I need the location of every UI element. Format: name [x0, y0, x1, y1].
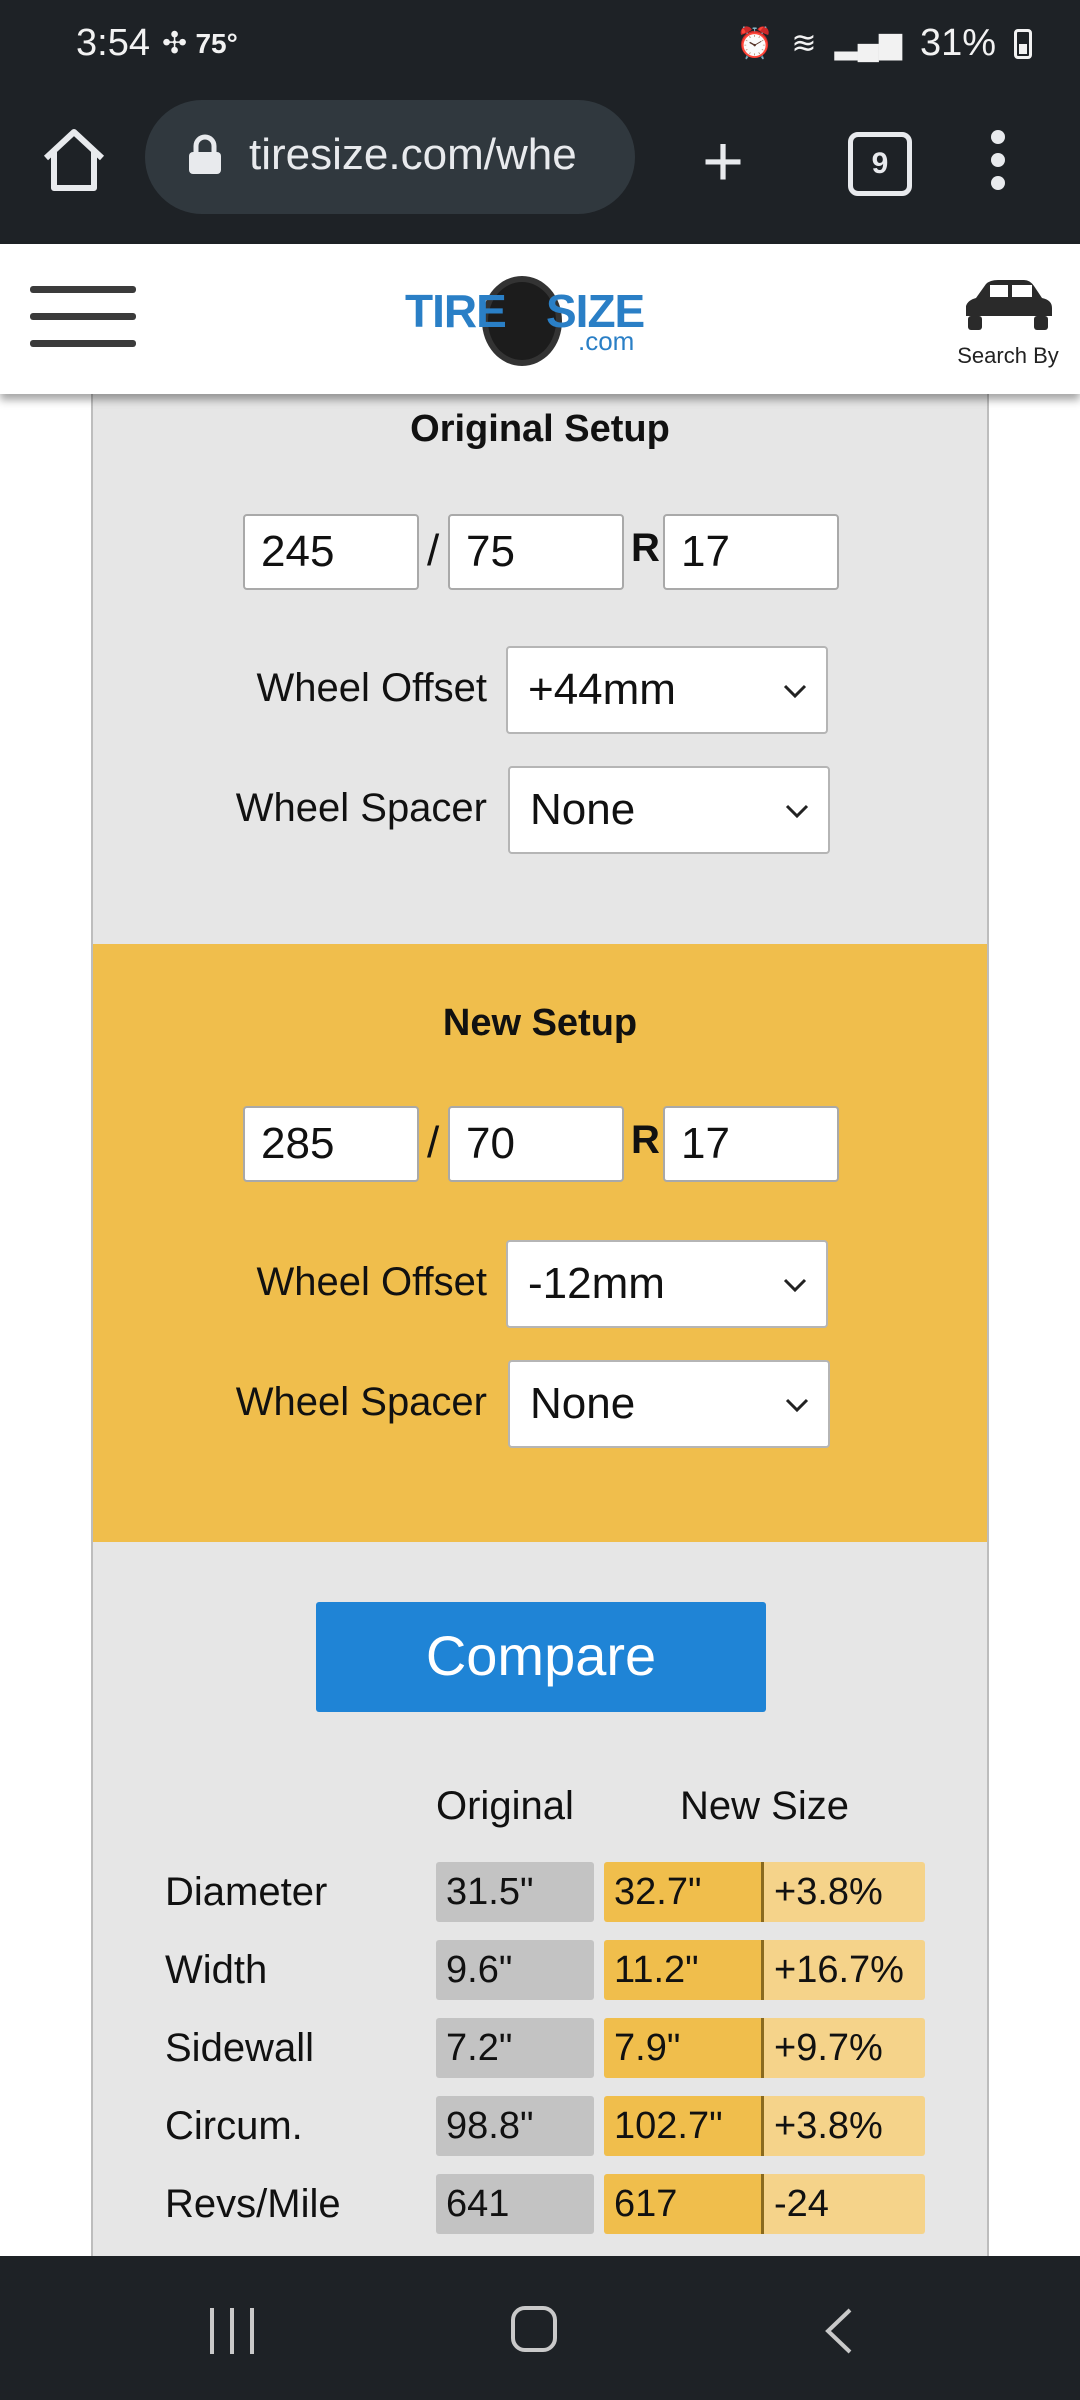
original-offset-select[interactable]: +44mm	[506, 646, 828, 734]
url-text: tiresize.com/whe	[249, 130, 577, 179]
new-rim-input[interactable]: 17	[663, 1106, 839, 1182]
logo-text-com: .com	[578, 326, 635, 356]
difference-value: +9.7%	[764, 2018, 925, 2078]
row-label: Diameter	[165, 1870, 328, 1914]
original-aspect-input[interactable]: 75	[448, 514, 624, 590]
difference-value: +3.8%	[764, 1862, 925, 1922]
compare-button[interactable]: Compare	[316, 1602, 766, 1712]
home-icon[interactable]	[40, 126, 108, 194]
size-slash: /	[427, 1118, 440, 1167]
difference-value: -24	[764, 2174, 925, 2234]
wifi-icon: ≋	[791, 27, 817, 60]
new-width-input[interactable]: 285	[243, 1106, 419, 1182]
table-row: Circum. 98.8" 102.7" +3.8%	[93, 2096, 987, 2158]
original-value: 98.8"	[436, 2096, 594, 2156]
difference-value: +16.7%	[764, 1940, 925, 2000]
table-row: Sidewall 7.2" 7.9" +9.7%	[93, 2018, 987, 2080]
new-setup-section: New Setup 285 / 70 R 17 Wheel Offset -12…	[93, 944, 987, 1542]
status-time: 3:54	[76, 22, 150, 64]
home-nav-icon[interactable]	[511, 2306, 557, 2352]
original-setup-section: Original Setup 245 / 75 R 17 Wheel Offse…	[93, 394, 987, 944]
battery-icon	[1014, 28, 1032, 59]
site-header: TIRE SIZE .com Search By	[0, 244, 1080, 394]
row-label: Sidewall	[165, 2026, 314, 2070]
new-value: 11.2"	[604, 1940, 764, 2000]
tire-compare-panel: Original Setup 245 / 75 R 17 Wheel Offse…	[91, 394, 989, 2256]
table-row: Diameter 31.5" 32.7" +3.8%	[93, 1862, 987, 1924]
new-offset-select[interactable]: -12mm	[506, 1240, 828, 1328]
row-label: Width	[165, 1948, 268, 1992]
size-r: R	[631, 1118, 660, 1162]
chevron-down-icon	[785, 1398, 809, 1413]
chevron-down-icon	[785, 804, 809, 819]
table-row: Revs/Mile 641 617 -24	[93, 2174, 987, 2236]
status-left-icons: ✣ 75°	[162, 26, 238, 61]
lock-icon	[189, 134, 221, 174]
original-width-input[interactable]: 245	[243, 514, 419, 590]
new-aspect-input[interactable]: 70	[448, 1106, 624, 1182]
original-value: 7.2"	[436, 2018, 594, 2078]
new-value: 102.7"	[604, 2096, 764, 2156]
original-rim-input[interactable]: 17	[663, 514, 839, 590]
signal-icon: ▂▄▆	[834, 27, 902, 60]
row-label: Circum.	[165, 2104, 303, 2148]
url-bar[interactable]: tiresize.com/whe	[145, 100, 635, 214]
status-right-icons: ⏰ ≋ ▂▄▆ 31%	[736, 22, 1032, 65]
new-value: 32.7"	[604, 1862, 764, 1922]
original-size-row: 245 / 75 R 17	[243, 514, 843, 592]
original-spacer-row: Wheel Spacer None	[93, 766, 987, 856]
original-spacer-select[interactable]: None	[508, 766, 830, 854]
hamburger-menu-icon[interactable]	[30, 286, 136, 352]
size-r: R	[631, 526, 660, 570]
new-setup-title: New Setup	[442, 1002, 638, 1044]
overflow-menu-icon[interactable]	[990, 130, 1006, 190]
original-value: 641	[436, 2174, 594, 2234]
original-setup-title: Original Setup	[410, 408, 670, 450]
row-label: Revs/Mile	[165, 2182, 341, 2226]
car-icon	[966, 280, 1052, 330]
wheel-spacer-label: Wheel Spacer	[235, 786, 487, 830]
column-header-original: Original	[436, 1784, 574, 1828]
new-spacer-row: Wheel Spacer None	[93, 1360, 987, 1450]
table-row: Width 9.6" 11.2" +16.7%	[93, 1940, 987, 2002]
site-logo[interactable]: TIRE SIZE .com	[400, 270, 680, 370]
new-spacer-select[interactable]: None	[508, 1360, 830, 1448]
new-spacer-value: None	[530, 1379, 636, 1428]
chevron-down-icon	[783, 1278, 807, 1293]
new-tab-icon[interactable]: +	[702, 126, 744, 198]
column-header-new-size: New Size	[680, 1784, 849, 1828]
alarm-icon: ⏰	[736, 27, 774, 60]
browser-toolbar: tiresize.com/whe + 9	[0, 96, 1080, 246]
search-by-vehicle-button[interactable]: Search By	[948, 274, 1068, 374]
new-size-row: 285 / 70 R 17	[243, 1106, 843, 1184]
original-value: 31.5"	[436, 1862, 594, 1922]
new-value: 7.9"	[604, 2018, 764, 2078]
size-slash: /	[427, 526, 440, 575]
status-bar: 3:54 ✣ 75° ⏰ ≋ ▂▄▆ 31%	[0, 0, 1080, 96]
wheel-offset-label: Wheel Offset	[256, 666, 487, 710]
battery-percent: 31%	[919, 22, 996, 64]
chevron-down-icon	[783, 684, 807, 699]
logo-text-tire: TIRE	[405, 285, 507, 337]
back-icon[interactable]	[820, 2306, 860, 2356]
original-offset-row: Wheel Offset +44mm	[93, 646, 987, 736]
new-offset-row: Wheel Offset -12mm	[93, 1240, 987, 1330]
recent-apps-icon[interactable]	[208, 2308, 258, 2354]
wheel-spacer-label: Wheel Spacer	[235, 1380, 487, 1424]
status-temperature: 75°	[195, 28, 238, 59]
notification-icon: ✣	[162, 27, 188, 60]
new-value: 617	[604, 2174, 764, 2234]
new-offset-value: -12mm	[528, 1259, 665, 1308]
difference-value: +3.8%	[764, 2096, 925, 2156]
search-by-label: Search By	[957, 343, 1059, 368]
original-value: 9.6"	[436, 1940, 594, 2000]
tab-switcher-button[interactable]: 9	[848, 132, 912, 196]
original-spacer-value: None	[530, 785, 636, 834]
system-navigation-bar	[0, 2256, 1080, 2400]
wheel-offset-label: Wheel Offset	[256, 1260, 487, 1304]
original-offset-value: +44mm	[528, 665, 676, 714]
